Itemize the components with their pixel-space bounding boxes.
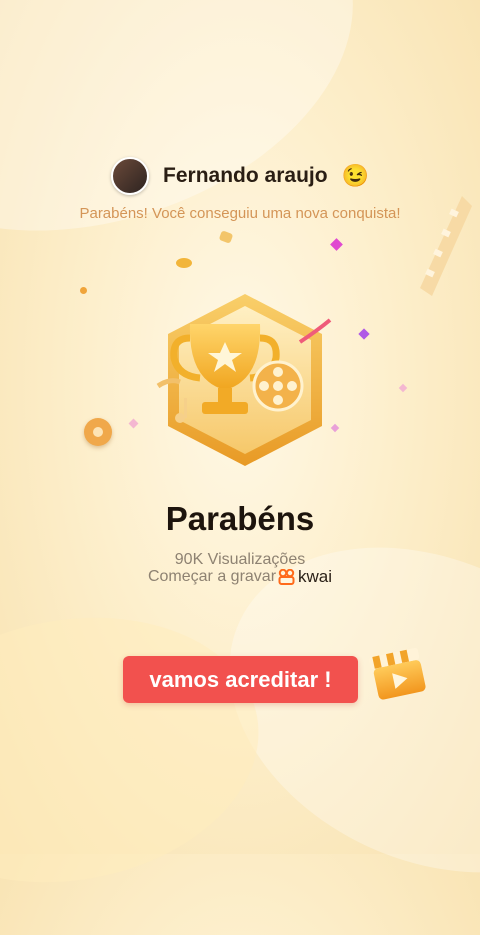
confetti-piece [176, 258, 192, 268]
kwai-brand-text: kwai [298, 567, 333, 586]
achievement-title: Parabéns [165, 500, 315, 537]
confetti-piece [218, 230, 234, 244]
clapperboard-icon [368, 648, 426, 700]
film-strip-icon [420, 196, 472, 296]
confetti-piece [80, 287, 87, 294]
cta-button[interactable]: vamos acreditar ! [123, 656, 358, 703]
user-header: Fernando araujo 😉 [0, 156, 480, 196]
confetti-piece [358, 328, 370, 340]
kwai-logo[interactable]: kwai [278, 567, 332, 587]
background-swirl [0, 0, 400, 293]
record-line: Começar a gravar kwai [0, 567, 480, 587]
trophy-badge-icon [156, 294, 332, 466]
wink-emoji-icon: 😉 [341, 163, 369, 188]
background-swirl [0, 588, 280, 912]
confetti-piece [398, 383, 408, 393]
kwai-logo-icon [278, 569, 295, 585]
record-text: Começar a gravar [147, 568, 277, 585]
avatar[interactable] [111, 157, 150, 195]
confetti-piece [128, 418, 139, 429]
username[interactable]: Fernando araujo [163, 164, 328, 188]
film-reel-icon [84, 418, 112, 446]
confetti-piece [330, 238, 343, 251]
